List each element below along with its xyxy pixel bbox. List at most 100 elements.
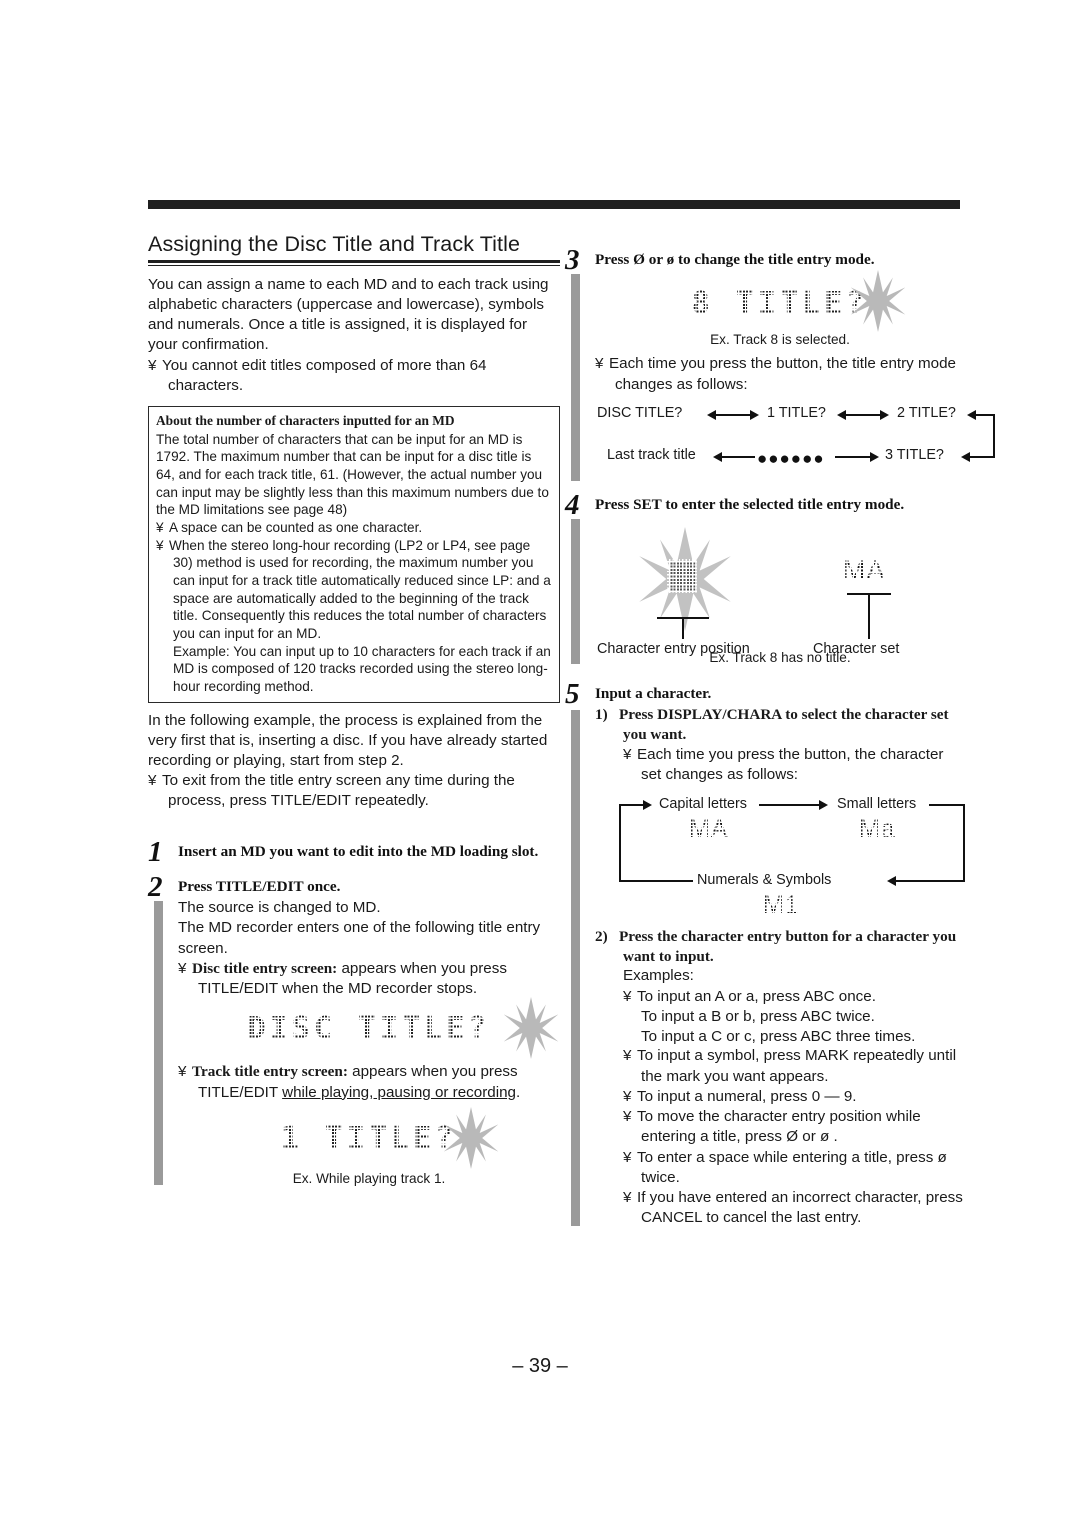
cycle-arrow-right-icon: [643, 799, 652, 810]
example-move-c: .: [829, 1128, 838, 1146]
rew-icon: Ø: [786, 1128, 799, 1146]
header-rule: [148, 200, 960, 209]
bullet-mark: ¥: [623, 1188, 632, 1206]
bullet-mark: ¥: [623, 1047, 632, 1065]
bullet-mark: ¥: [623, 1087, 632, 1105]
example-symbol-text: To input a symbol, press MARK repeatedly…: [637, 1047, 957, 1085]
step-2-heading: Press TITLE/EDIT once.: [178, 878, 341, 896]
example-letters-b-line: To input a B or b, press ABC twice.: [623, 1007, 965, 1027]
cycle-label-numerals-symbols: Numerals & Symbols: [697, 871, 832, 888]
bullet-mark: ¥: [623, 1108, 632, 1126]
example-bullet-cancel: ¥ If you have entered an incorrect charac…: [623, 1188, 965, 1228]
label-character-set: Character set: [813, 640, 900, 657]
note-box-bullet-1: ¥ A space can be counted as one character…: [156, 519, 552, 537]
flow-node-disc-title: DISC TITLE?: [597, 404, 683, 421]
flow-arrow-left-icon: [837, 409, 846, 420]
cycle-connector-vertical: [963, 803, 966, 882]
step-5-rule: [571, 710, 580, 1227]
example-bullet-move-position: ¥ To move the character entry position wh…: [623, 1107, 965, 1147]
lcd-caption-track-1: Ex. While playing track 1.: [292, 1170, 446, 1186]
step-3-rule: [571, 274, 580, 481]
step-5-substep-2: 2) Press the character entry button for a…: [595, 927, 965, 967]
right-column: 3 Press Ø or ø to change the title entry…: [565, 246, 996, 1228]
step-2-body-1: The source is changed to MD.: [178, 899, 381, 917]
example-bullet-space: ¥ To enter a space while entering a title…: [623, 1148, 965, 1188]
step-3-heading-b: or: [644, 251, 667, 268]
bullet-mark: ¥: [623, 745, 632, 763]
note-box-bullet-2-text: When the stereo long-hour recording (LP2…: [169, 537, 551, 641]
lcd-display-track-title: 1 TITLE?: [178, 1106, 560, 1169]
intro-paragraph: You can assign a name to each MD and to …: [148, 275, 549, 354]
step-3-heading-a: Press: [595, 251, 634, 268]
step-5-heading: Input a character.: [595, 685, 712, 703]
flow-connector: [975, 413, 995, 417]
bullet-mark: ¥: [156, 537, 164, 553]
flow-arrow-right-icon: [880, 409, 889, 420]
ff-icon: ø: [819, 1128, 830, 1146]
title-underline: [148, 259, 560, 266]
flow-connector: [719, 455, 755, 459]
step-5-substep-2-body: Examples: ¥ To input an A or a, press ABC…: [595, 966, 965, 1228]
track-title-entry-text-underlined: while playing, pausing or recording: [282, 1083, 516, 1101]
step-1-number: 1: [148, 835, 163, 868]
note-box-bullet-2: ¥ When the stereo long-hour recording (LP…: [156, 537, 552, 643]
title-entry-mode-flow-diagram: DISC TITLE? 1 TITLE? 2 TITLE? 3 TITLE? ●…: [595, 404, 996, 483]
bullet-mark: ¥: [595, 355, 604, 373]
intro-bullet-text: You cannot edit titles composed of more …: [162, 356, 487, 394]
track-title-entry-text-b: .: [515, 1083, 521, 1101]
flow-connector: [835, 455, 871, 459]
page-number: – 39 –: [512, 1355, 568, 1377]
flow-connector: [713, 413, 753, 417]
lcd-text: DISC TITLE?: [247, 1011, 491, 1047]
callout-leader-charset: [868, 592, 870, 639]
step-2: 2 Press TITLE/EDIT once. The source is c…: [148, 873, 560, 1187]
cycle-connector: [895, 879, 965, 883]
lcd-text: MA: [843, 554, 886, 585]
substep-1-number: 1): [595, 706, 608, 724]
example-bullet-symbol: ¥ To input a symbol, press MARK repeatedl…: [623, 1046, 965, 1086]
examples-label: Examples:: [623, 967, 694, 985]
step-1-heading: Insert an MD you want to edit into the M…: [178, 842, 539, 860]
track-title-entry-label: Track title entry screen:: [192, 1063, 348, 1081]
bullet-mark: ¥: [623, 1148, 632, 1166]
step-2-bullet-1: ¥ Disc title entry screen: appears when y…: [178, 959, 560, 999]
bullet-mark: ¥: [148, 772, 157, 790]
lcd-charset-indicator: MA: [841, 552, 887, 588]
cycle-connector: [759, 803, 821, 807]
step-3-number: 3: [565, 244, 580, 276]
flow-connector-vertical: [993, 413, 996, 458]
step-2-body-2: The MD recorder enters one of the follow…: [178, 919, 541, 957]
cycle-arrow-left-icon: [887, 875, 896, 886]
bullet-mark: ¥: [156, 519, 164, 535]
step-4: 4 Press SET to enter the selected title …: [565, 490, 965, 666]
step-4-heading: Press SET to enter the selected title en…: [595, 495, 905, 513]
bullet-mark: ¥: [178, 959, 187, 977]
example-letters-a: To input an A or a, press ABC once.: [637, 987, 876, 1005]
flow-arrow-right-icon: [750, 409, 759, 420]
example-cancel-text: If you have entered an incorrect charact…: [637, 1188, 963, 1227]
step-3-heading-c: to change the title entry mode.: [674, 251, 875, 268]
flow-arrow-right-icon: [870, 451, 879, 462]
note-box-bullet-1-text: A space can be counted as one character.: [169, 519, 423, 535]
step-3-heading: Press Ø or ø to change the title entry m…: [595, 250, 965, 270]
step-4-rule: [571, 518, 580, 665]
lcd-text: 8 TITLE?: [691, 285, 869, 321]
example-letters-b: To input a B or b, press ABC twice.: [641, 1007, 875, 1025]
step-3: 3 Press Ø or ø to change the title entry…: [565, 246, 996, 483]
cycle-connector-vertical: [619, 803, 622, 882]
step-3-bullet: ¥ Each time you press the button, the tit…: [595, 354, 965, 394]
flow-node-2-title: 2 TITLE?: [897, 404, 956, 421]
cycle-connector: [619, 879, 693, 883]
intro-bullet: ¥ You cannot edit titles composed of more…: [148, 356, 560, 396]
bullet-mark: ¥: [148, 356, 157, 374]
step-5-substep-1: 1) Press DISPLAY/CHARA to select the char…: [595, 705, 965, 745]
flow-ellipsis-dots: ●●●●●●: [757, 448, 825, 468]
step-2-bullet-2: ¥ Track title entry screen: appears when …: [178, 1062, 560, 1102]
substep-2-heading: Press the character entry button for a c…: [619, 927, 957, 965]
callout-leader-position: [682, 616, 684, 639]
flow-node-1-title: 1 TITLE?: [767, 404, 826, 421]
step-5-substep-1-body: ¥ Each time you press the button, the cha…: [595, 745, 965, 785]
substep-1-bullet: ¥ Each time you press the button, the cha…: [623, 745, 965, 785]
example-move-a: To move the character entry position whi…: [637, 1108, 921, 1146]
substep-2-number: 2): [595, 927, 608, 945]
